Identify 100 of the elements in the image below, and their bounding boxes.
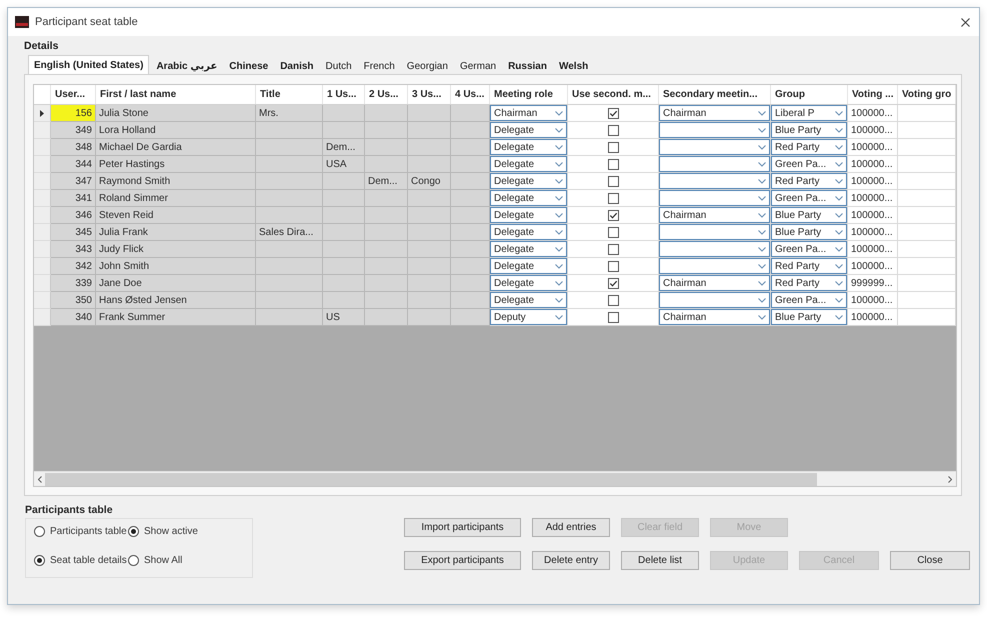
dropdown[interactable]: Chairman [659,105,770,121]
dropdown[interactable] [659,224,770,240]
checkbox[interactable] [608,142,618,152]
dropdown[interactable]: Green Pa... [771,156,847,172]
row-header-cell[interactable] [34,122,51,139]
row-header-cell[interactable] [34,241,51,258]
checkbox[interactable] [608,244,618,254]
radio-option[interactable]: Participants table [34,525,128,538]
dropdown[interactable] [659,241,770,257]
chevron-right-icon[interactable] [948,476,952,482]
row-header-cell[interactable] [34,190,51,207]
column-header[interactable]: 2 Us... [365,85,408,104]
checkbox[interactable] [608,312,618,322]
checkbox[interactable] [608,124,618,136]
language-tab[interactable]: Russian [503,57,552,74]
dropdown[interactable]: Green Pa... [771,190,847,206]
row-header-cell[interactable] [34,207,51,224]
checkbox[interactable] [608,158,618,170]
column-header[interactable]: Title [256,85,323,104]
dropdown[interactable] [659,122,770,138]
column-header[interactable]: Secondary meetin... [659,85,771,104]
dropdown[interactable]: Chairman [659,207,770,223]
dropdown[interactable]: Red Party [771,139,847,155]
column-header[interactable]: 3 Us... [408,85,451,104]
action-button[interactable]: Export participants [404,551,521,570]
chevron-left-icon[interactable] [38,476,42,482]
row-header-cell[interactable] [34,105,51,122]
language-tab[interactable]: Danish [275,57,319,74]
column-header[interactable]: User... [51,85,96,104]
dropdown[interactable]: Delegate [490,122,567,138]
dropdown[interactable] [659,258,770,274]
scrollbar-thumb[interactable] [45,472,817,486]
radio-option[interactable]: Show active [128,525,238,538]
checkbox[interactable] [608,294,618,306]
language-tab[interactable]: Welsh [554,57,594,74]
column-header[interactable]: Use second. m... [568,85,659,104]
column-header[interactable]: Group [771,85,848,104]
dropdown[interactable]: Green Pa... [771,292,847,308]
action-button[interactable]: Delete list [621,551,699,570]
dropdown[interactable]: Blue Party [771,309,847,325]
action-button[interactable]: Add entries [532,518,610,537]
column-header[interactable]: 1 Us... [323,85,365,104]
language-tab[interactable]: English (United States) [28,55,150,74]
dropdown[interactable]: Delegate [490,258,567,274]
dropdown[interactable] [659,139,770,155]
language-tab[interactable]: Dutch [320,57,357,74]
dropdown[interactable]: Delegate [490,241,567,257]
row-header-cell[interactable] [34,275,51,292]
action-button[interactable]: Delete entry [532,551,610,570]
dropdown[interactable]: Chairman [490,105,567,121]
language-tab[interactable]: Chinese [224,57,274,74]
dropdown[interactable]: Chairman [659,309,770,325]
dropdown[interactable]: Deputy [490,309,567,325]
dropdown[interactable]: Blue Party [771,207,847,223]
row-header-cell[interactable] [34,173,51,190]
dropdown[interactable]: Blue Party [771,122,847,138]
language-tab[interactable]: Georgian [402,57,453,74]
action-button[interactable]: Close [890,551,970,570]
dropdown[interactable]: Delegate [490,292,567,308]
language-tab[interactable]: Arabic عربي [151,57,222,74]
dropdown[interactable]: Delegate [490,190,567,206]
row-header-cell[interactable] [34,309,51,326]
close-icon[interactable] [961,18,970,26]
checkbox[interactable] [608,278,618,288]
checkbox[interactable] [608,108,618,118]
language-tab[interactable]: French [358,57,400,74]
checkbox[interactable] [608,176,618,186]
dropdown[interactable]: Delegate [490,173,567,189]
dropdown[interactable]: Delegate [490,156,567,172]
dropdown[interactable]: Liberal P [771,105,847,121]
dropdown[interactable] [659,292,770,308]
dropdown[interactable]: Red Party [771,275,847,291]
row-header-cell[interactable] [34,292,51,309]
checkbox[interactable] [608,260,618,272]
radio-option[interactable]: Show All [128,554,238,567]
dropdown[interactable]: Delegate [490,224,567,240]
dropdown[interactable]: Red Party [771,173,847,189]
dropdown[interactable] [659,173,770,189]
radio-option[interactable]: Seat table details [34,554,128,567]
action-button[interactable]: Import participants [404,518,521,537]
row-header-cell[interactable] [34,156,51,173]
dropdown[interactable]: Delegate [490,207,567,223]
dropdown[interactable] [659,156,770,172]
language-tab[interactable]: German [454,57,502,74]
column-header[interactable]: Voting gro [898,85,956,104]
dropdown[interactable]: Delegate [490,139,567,155]
column-header[interactable]: Meeting role [490,85,568,104]
dropdown[interactable]: Blue Party [771,224,847,240]
dropdown[interactable] [659,190,770,206]
column-header[interactable]: First / last name [96,85,256,104]
dropdown[interactable]: Chairman [659,275,770,291]
dropdown[interactable]: Delegate [490,275,567,291]
dropdown[interactable]: Red Party [771,258,847,274]
dropdown[interactable]: Green Pa... [771,241,847,257]
row-header-cell[interactable] [34,258,51,275]
column-header[interactable]: Voting ... [848,85,898,104]
checkbox[interactable] [608,192,618,204]
horizontal-scrollbar[interactable] [34,471,956,486]
row-header-cell[interactable] [34,224,51,241]
checkbox[interactable] [608,226,618,238]
